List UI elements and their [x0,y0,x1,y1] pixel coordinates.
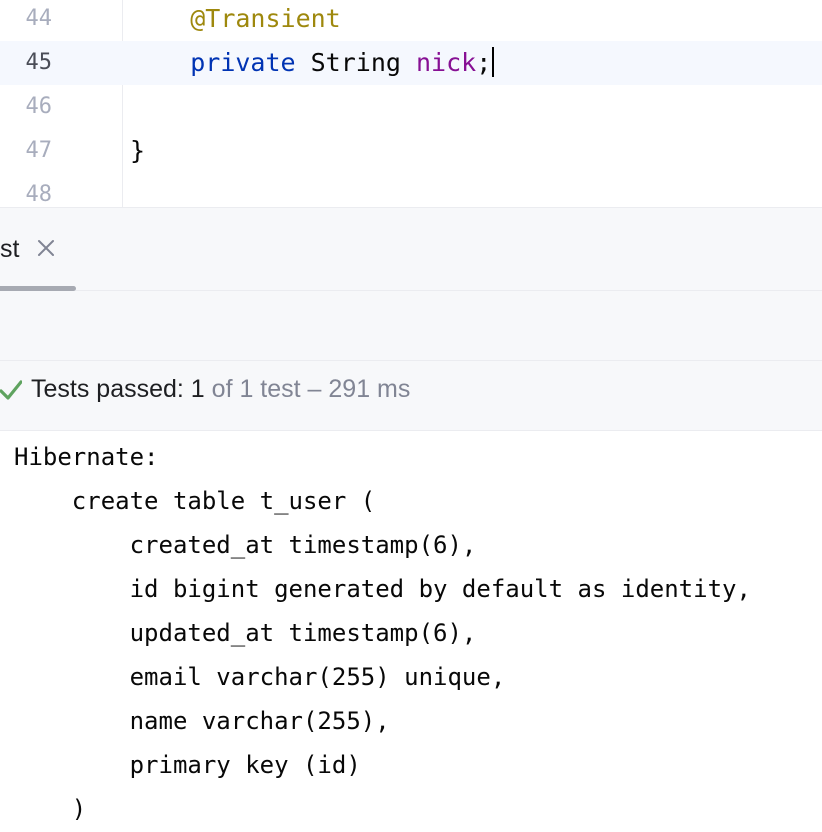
console-line: name varchar(255), [14,707,390,735]
tests-passed-label: Tests passed: 1 [31,375,205,403]
test-status-bar: Tests passed: 1 of 1 test – 291 ms [0,361,822,431]
run-tab-label: st [0,235,20,263]
text-caret [492,47,495,77]
tests-detail-label: of 1 test – 291 ms [204,375,411,403]
line-number: 44 [25,6,53,31]
editor-line[interactable]: 47 } [0,129,822,173]
run-tool-window-tabs: st [0,207,822,291]
run-toolbar [0,291,822,361]
console-line: updated_at timestamp(6), [14,619,477,647]
console-line: ) [14,795,87,823]
editor-line[interactable]: 48 [0,173,822,207]
console-line: id bigint generated by default as identi… [14,575,751,603]
line-number: 46 [25,94,53,119]
test-status-text: Tests passed: 1 of 1 test – 291 ms [31,374,410,404]
console-line: Hibernate: [14,443,173,471]
console-line: create table t_user ( [14,487,376,515]
code-editor[interactable]: 44 @Transient 45 private String nick; 46… [0,0,822,207]
console-line: primary key (id) [14,751,361,779]
line-number: 47 [25,138,53,163]
line-number: 48 [25,182,53,207]
console-output[interactable]: Hibernate: create table t_user ( created… [0,431,822,832]
close-icon[interactable] [36,238,56,258]
code-text: @Transient [190,4,341,33]
editor-line-current[interactable]: 45 private String nick; [0,41,822,85]
check-icon [0,380,22,400]
console-line: email varchar(255) unique, [14,663,506,691]
console-line: created_at timestamp(6), [14,531,477,559]
run-tab[interactable]: st [0,208,76,292]
line-number: 45 [25,50,53,75]
editor-line[interactable]: 44 @Transient [0,0,822,41]
editor-line[interactable]: 46 [0,85,822,129]
code-text: } [130,136,146,165]
code-text: private String nick; [130,41,495,85]
